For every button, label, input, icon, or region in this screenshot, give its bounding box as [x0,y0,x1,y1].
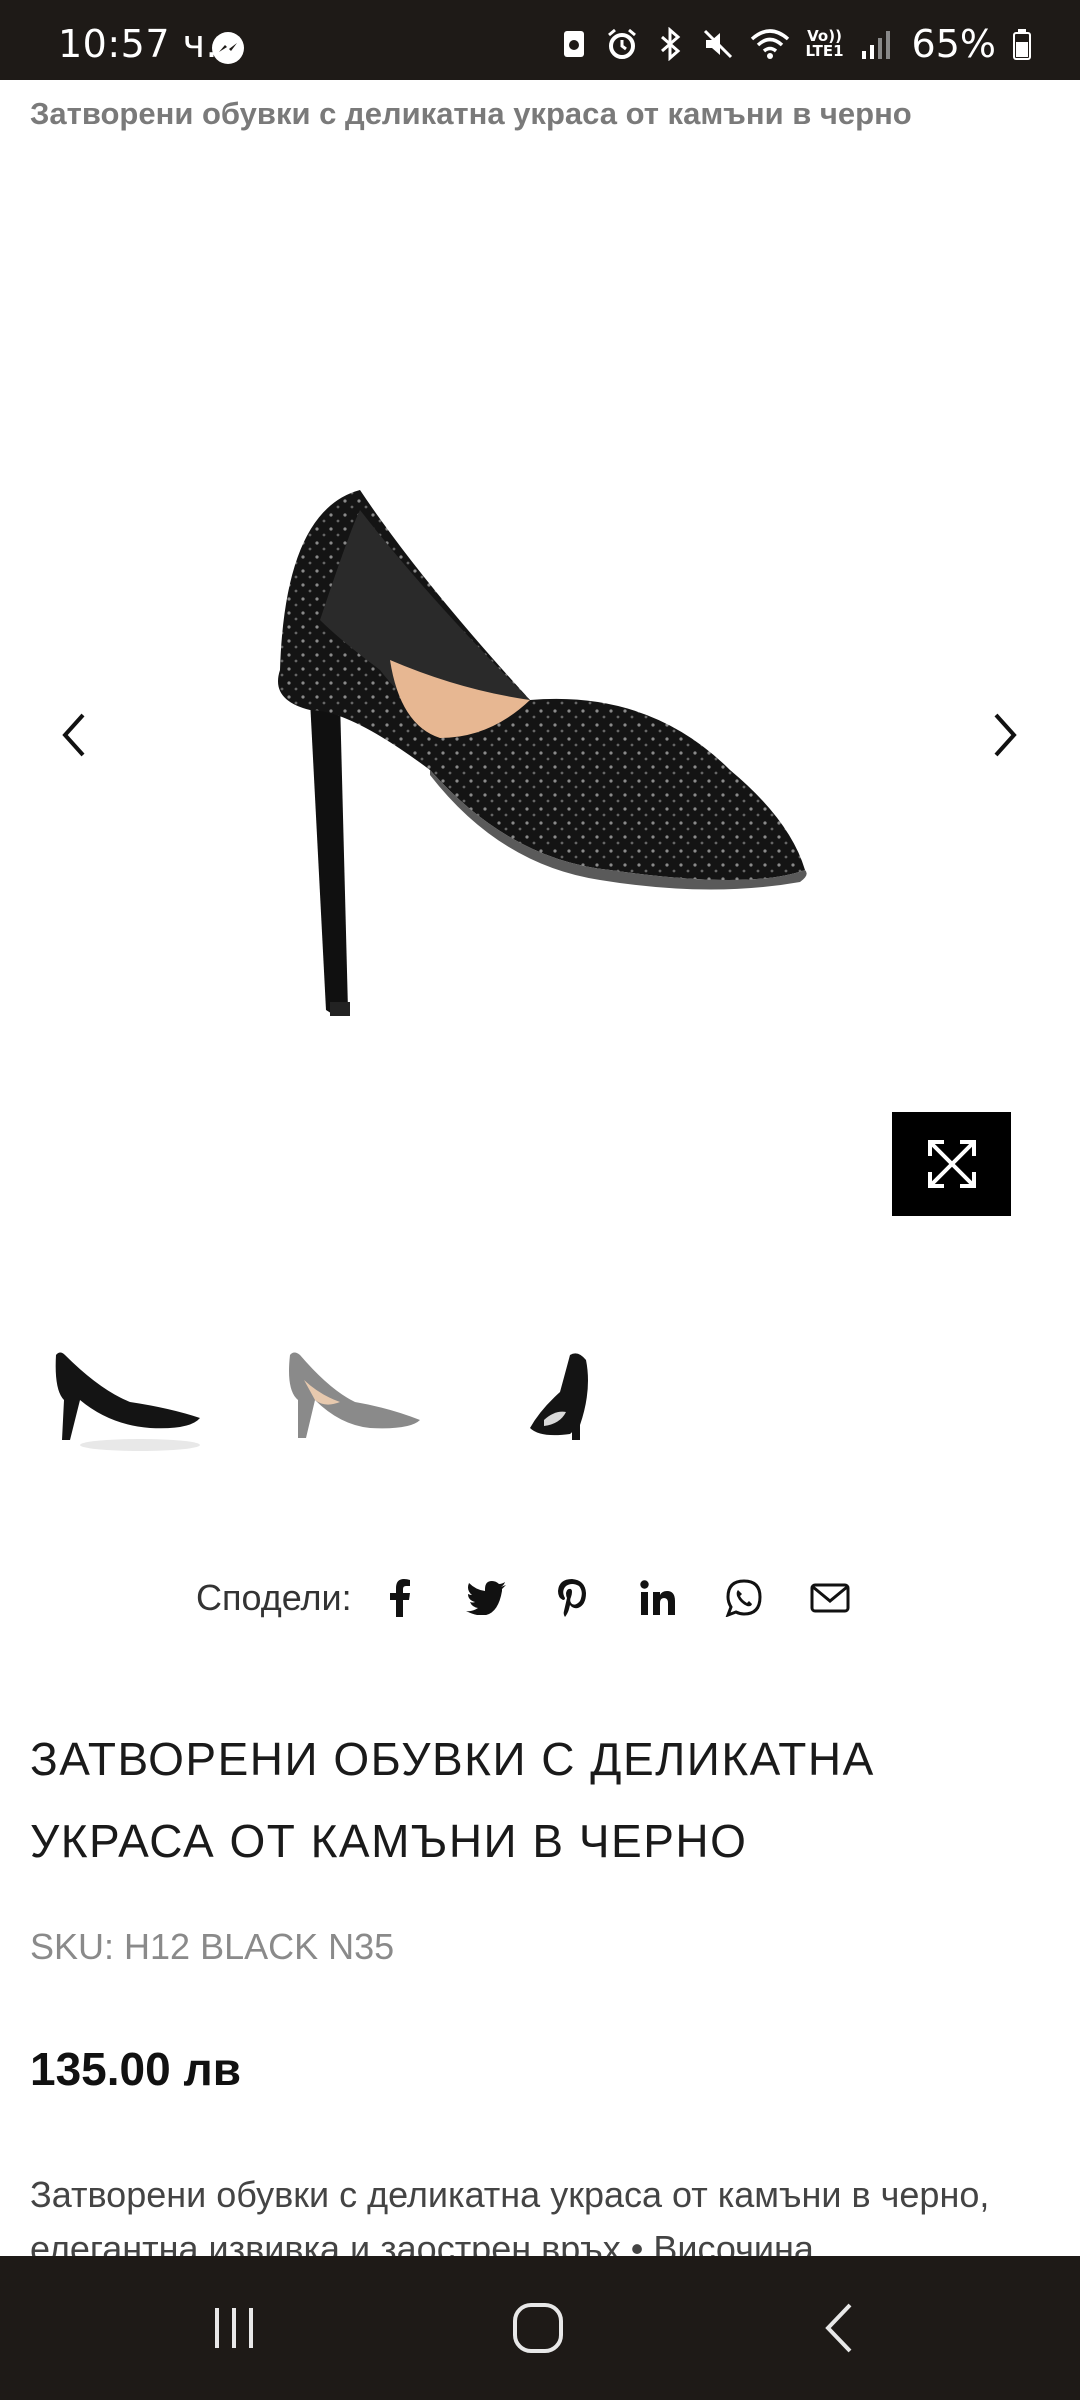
thumbnail-side-view[interactable] [40,1330,210,1490]
linkedin-icon[interactable] [638,1578,678,1618]
recent-apps-button[interactable] [194,2296,274,2360]
status-time: 10:57 ч. [58,22,219,66]
chevron-left-icon [62,713,85,757]
page-breadcrumb-title: Затворени обувки с деликатна украса от к… [30,96,912,131]
whatsapp-icon[interactable] [724,1578,764,1618]
lte-label: LTE1 [805,42,844,60]
product-description: Затворени обувки с деликатна украса от к… [30,2174,990,2260]
thumbnail-grey-view[interactable] [270,1330,440,1490]
messenger-icon [210,30,246,66]
zoom-button[interactable] [892,1112,1011,1216]
product-price: 135.00 лв [30,2043,241,2095]
share-row: Сподели: [196,1570,896,1626]
network-type: Vo)) LTE1 [806,29,844,59]
recent-apps-icon [215,2308,253,2348]
expand-icon [927,1140,976,1188]
battery-percent: 65% [911,22,996,66]
battery-icon [1012,27,1032,61]
gallery-prev-button[interactable] [44,700,104,770]
pinterest-icon[interactable] [552,1578,592,1618]
back-button[interactable] [800,2296,880,2360]
mute-icon [702,27,734,61]
chevron-right-icon [994,713,1017,757]
facebook-icon[interactable] [380,1578,420,1618]
bluetooth-icon [654,26,686,62]
thumbnail-back-view[interactable] [500,1330,670,1490]
home-button[interactable] [498,2296,578,2360]
product-sku: SKU: H12 BLACK N35 [30,1926,395,1967]
home-icon [513,2303,563,2353]
gallery-next-button[interactable] [975,700,1035,770]
signal-icon [860,27,892,61]
share-label: Сподели: [196,1577,352,1618]
recycle-icon [558,27,590,61]
system-nav-bar [0,2256,1080,2400]
product-title: ЗАТВОРЕНИ ОБУВКИ С ДЕЛИКАТНА УКРАСА ОТ К… [30,1733,875,1867]
wifi-icon [750,27,790,61]
main-product-image[interactable] [230,470,850,1050]
alarm-icon [606,27,638,61]
status-icons: Vo)) LTE1 65% [558,22,1032,66]
twitter-icon[interactable] [465,1578,506,1618]
email-icon[interactable] [810,1578,850,1618]
status-bar: 10:57 ч. Vo)) LTE1 65% [0,0,1080,80]
back-icon [825,2303,852,2353]
